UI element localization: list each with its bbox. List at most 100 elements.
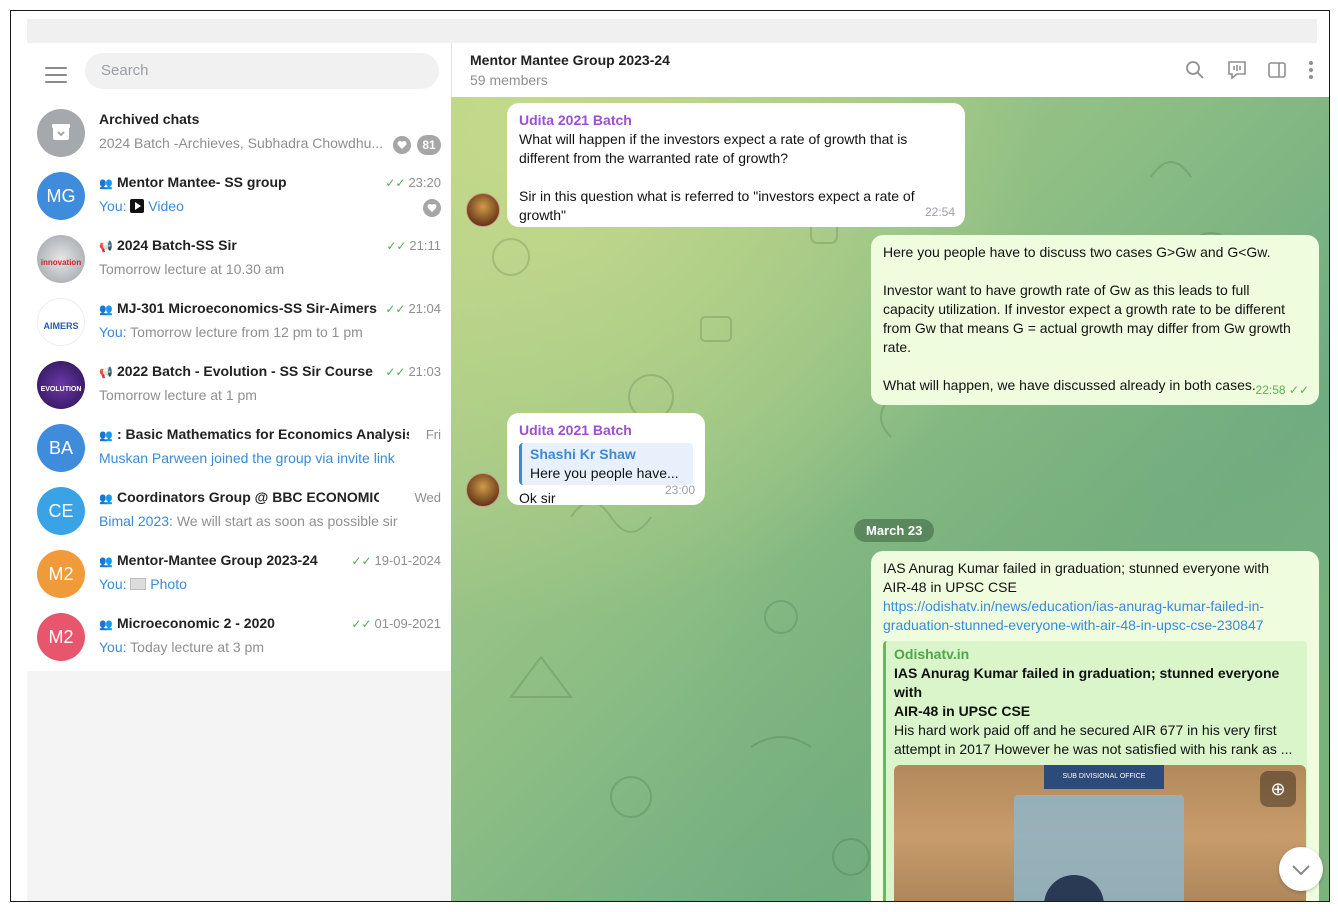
message-text: IAS Anurag Kumar failed in graduation; s… (883, 560, 1270, 595)
sender-avatar[interactable] (466, 193, 500, 227)
chat-time: ✓✓ 19-01-2024 (351, 553, 441, 568)
preview-description: His hard work paid off and he secured AI… (894, 722, 1293, 757)
heart-icon (423, 199, 441, 217)
chat-time: ✓✓ 23:20 (385, 175, 441, 190)
double-check-icon: ✓✓ (385, 176, 406, 190)
avatar: M2 (37, 613, 85, 661)
reply-text: Here you people have... (530, 465, 679, 481)
chevron-down-icon (1292, 865, 1310, 876)
date-separator: March 23 (854, 519, 935, 542)
zoom-icon[interactable]: ⊕ (1260, 771, 1296, 807)
chat-title: 👥 Mentor-Mantee Group 2023-24 (99, 552, 318, 568)
chat-item[interactable]: CE 👥 Coordinators Group @ BBC ECONOMICS W… (27, 481, 451, 543)
chat-preview: Tomorrow lecture at 1 pm (99, 387, 257, 403)
chat-item[interactable]: M2 👥 Microeconomic 2 - 2020 ✓✓ 01-09-2021 … (27, 607, 451, 669)
office-sign: SUB DIVISIONAL OFFICE (1044, 765, 1164, 789)
megaphone-icon: 📢 (99, 241, 113, 253)
video-icon (130, 199, 145, 213)
double-check-icon: ✓✓ (1288, 383, 1309, 397)
telegram-window: Search Archived chats 2024 Batch -Archie… (10, 10, 1330, 902)
message-bubble-outgoing[interactable]: Here you people have to discuss two case… (871, 235, 1319, 405)
avatar: MG (37, 172, 85, 220)
double-check-icon: ✓✓ (351, 617, 372, 631)
chat-title: 📢 2024 Batch-SS Sir (99, 237, 237, 253)
reply-author: Shashi Kr Shaw (530, 446, 636, 462)
message-bubble[interactable]: Udita 2021 Batch Shashi Kr Shaw Here you… (507, 413, 705, 506)
chat-title: 👥 Coordinators Group @ BBC ECONOMICS (99, 489, 379, 505)
chat-preview: 2024 Batch -Archieves, Subhadra Chowdhu.… (99, 135, 384, 151)
message-text: What will happen if the investors expect… (519, 131, 915, 223)
hamburger-menu-icon[interactable] (45, 67, 67, 83)
reply-quote[interactable]: Shashi Kr Shaw Here you people have... (519, 443, 693, 485)
map-board (1014, 795, 1184, 901)
chat-time: ✓✓ 21:11 (386, 238, 441, 253)
chat-item[interactable]: BA 👥: Basic Mathematics for Economics An… (27, 418, 451, 480)
message-bubble-outgoing[interactable]: IAS Anurag Kumar failed in graduation; s… (871, 551, 1319, 901)
chat-time: ✓✓ 21:04 (385, 301, 441, 316)
title-bar (27, 19, 1317, 43)
chat-header[interactable]: Mentor Mantee Group 2023-24 59 members (451, 43, 1329, 97)
sidebar-toggle-icon[interactable] (1266, 59, 1288, 81)
double-check-icon: ✓✓ (385, 302, 406, 316)
chat-preview: Tomorrow lecture at 10.30 am (99, 261, 285, 277)
message-bubble[interactable]: Udita 2021 Batch What will happen if the… (507, 103, 965, 227)
double-check-icon: ✓✓ (385, 365, 406, 379)
avatar: innovation (37, 235, 85, 283)
chat-time: ✓✓ 01-09-2021 (351, 616, 441, 631)
group-icon: 👥 (99, 304, 113, 316)
chat-item-archived[interactable]: Archived chats 2024 Batch -Archieves, Su… (27, 103, 451, 165)
message-link[interactable]: https://odishatv.in/news/education/ias-a… (883, 597, 1307, 635)
chat-title: 👥 Mentor Mantee- SS group (99, 174, 287, 190)
search-input[interactable]: Search (85, 53, 439, 89)
more-options-icon[interactable] (1306, 59, 1328, 81)
chat-preview: You: Photo (99, 576, 187, 592)
group-icon: 👥 (99, 430, 113, 442)
chat-list-sidebar: Search Archived chats 2024 Batch -Archie… (27, 43, 451, 671)
chat-preview: You: Today lecture at 3 pm (99, 639, 265, 655)
preview-image[interactable]: SUB DIVISIONAL OFFICE ⊕ (894, 765, 1306, 901)
group-icon: 👥 (99, 619, 113, 631)
avatar: CE (37, 487, 85, 535)
message-time: 22:58 ✓✓ (1255, 383, 1309, 397)
chat-title: 📢 2022 Batch - Evolution - SS Sir Course (99, 363, 373, 379)
message-time: 23:00 (664, 483, 695, 497)
chat-preview: You: Tomorrow lecture from 12 pm to 1 pm (99, 324, 363, 340)
archive-icon (37, 109, 85, 157)
message-text: Here you people have to discuss two case… (883, 244, 1291, 393)
chat-item[interactable]: innovation 📢 2024 Batch-SS Sir ✓✓ 21:11 To… (27, 229, 451, 291)
chat-item[interactable]: M2 👥 Mentor-Mantee Group 2023-24 ✓✓ 19-01-… (27, 544, 451, 606)
chat-item[interactable]: MG 👥 Mentor Mantee- SS group ✓✓ 23:20 You:… (27, 166, 451, 228)
chat-time: Wed (414, 490, 442, 505)
chat-preview: You: Video (99, 198, 184, 214)
avatar: M2 (37, 550, 85, 598)
megaphone-icon: 📢 (99, 367, 113, 379)
chat-item[interactable]: AIMERS 👥 MJ-301 Microeconomics-SS Sir-Aim… (27, 292, 451, 354)
chat-title: 👥 Microeconomic 2 - 2020 (99, 615, 275, 631)
group-icon: 👥 (99, 178, 113, 190)
member-count: 59 members (470, 72, 548, 88)
preview-title: IAS Anurag Kumar failed in graduation; s… (894, 665, 1280, 719)
chat-title: Archived chats (99, 111, 200, 127)
scroll-down-button[interactable] (1279, 847, 1323, 891)
message-area[interactable]: Udita 2021 Batch What will happen if the… (451, 97, 1329, 901)
sender-avatar[interactable] (466, 473, 500, 507)
avatar: EVOLUTION (37, 361, 85, 409)
chat-preview: Muskan Parween joined the group via invi… (99, 450, 395, 466)
link-preview[interactable]: Odishatv.in IAS Anurag Kumar failed in g… (883, 641, 1307, 901)
sender-name[interactable]: Udita 2021 Batch (519, 111, 953, 130)
avatar: AIMERS (37, 298, 85, 346)
chat-title: 👥: Basic Mathematics for Economics Analy… (99, 426, 409, 442)
sender-name[interactable]: Udita 2021 Batch (519, 421, 693, 440)
chat-preview: Bimal 2023: We will start as soon as pos… (99, 513, 398, 529)
chat-time: ✓✓ 21:03 (385, 364, 441, 379)
heart-icon (393, 136, 411, 154)
chat-title: 👥 MJ-301 Microeconomics-SS Sir-Aimers ... (99, 300, 379, 316)
unread-badge: 81 (417, 135, 441, 155)
chat-header-title: Mentor Mantee Group 2023-24 (470, 52, 670, 68)
search-icon[interactable] (1184, 59, 1206, 81)
chat-item[interactable]: EVOLUTION 📢 2022 Batch - Evolution - SS S… (27, 355, 451, 417)
chat-time: Fri (425, 427, 441, 442)
video-chat-icon[interactable] (1226, 59, 1248, 81)
preview-site-name: Odishatv.in (894, 646, 970, 662)
group-icon: 👥 (99, 493, 113, 505)
